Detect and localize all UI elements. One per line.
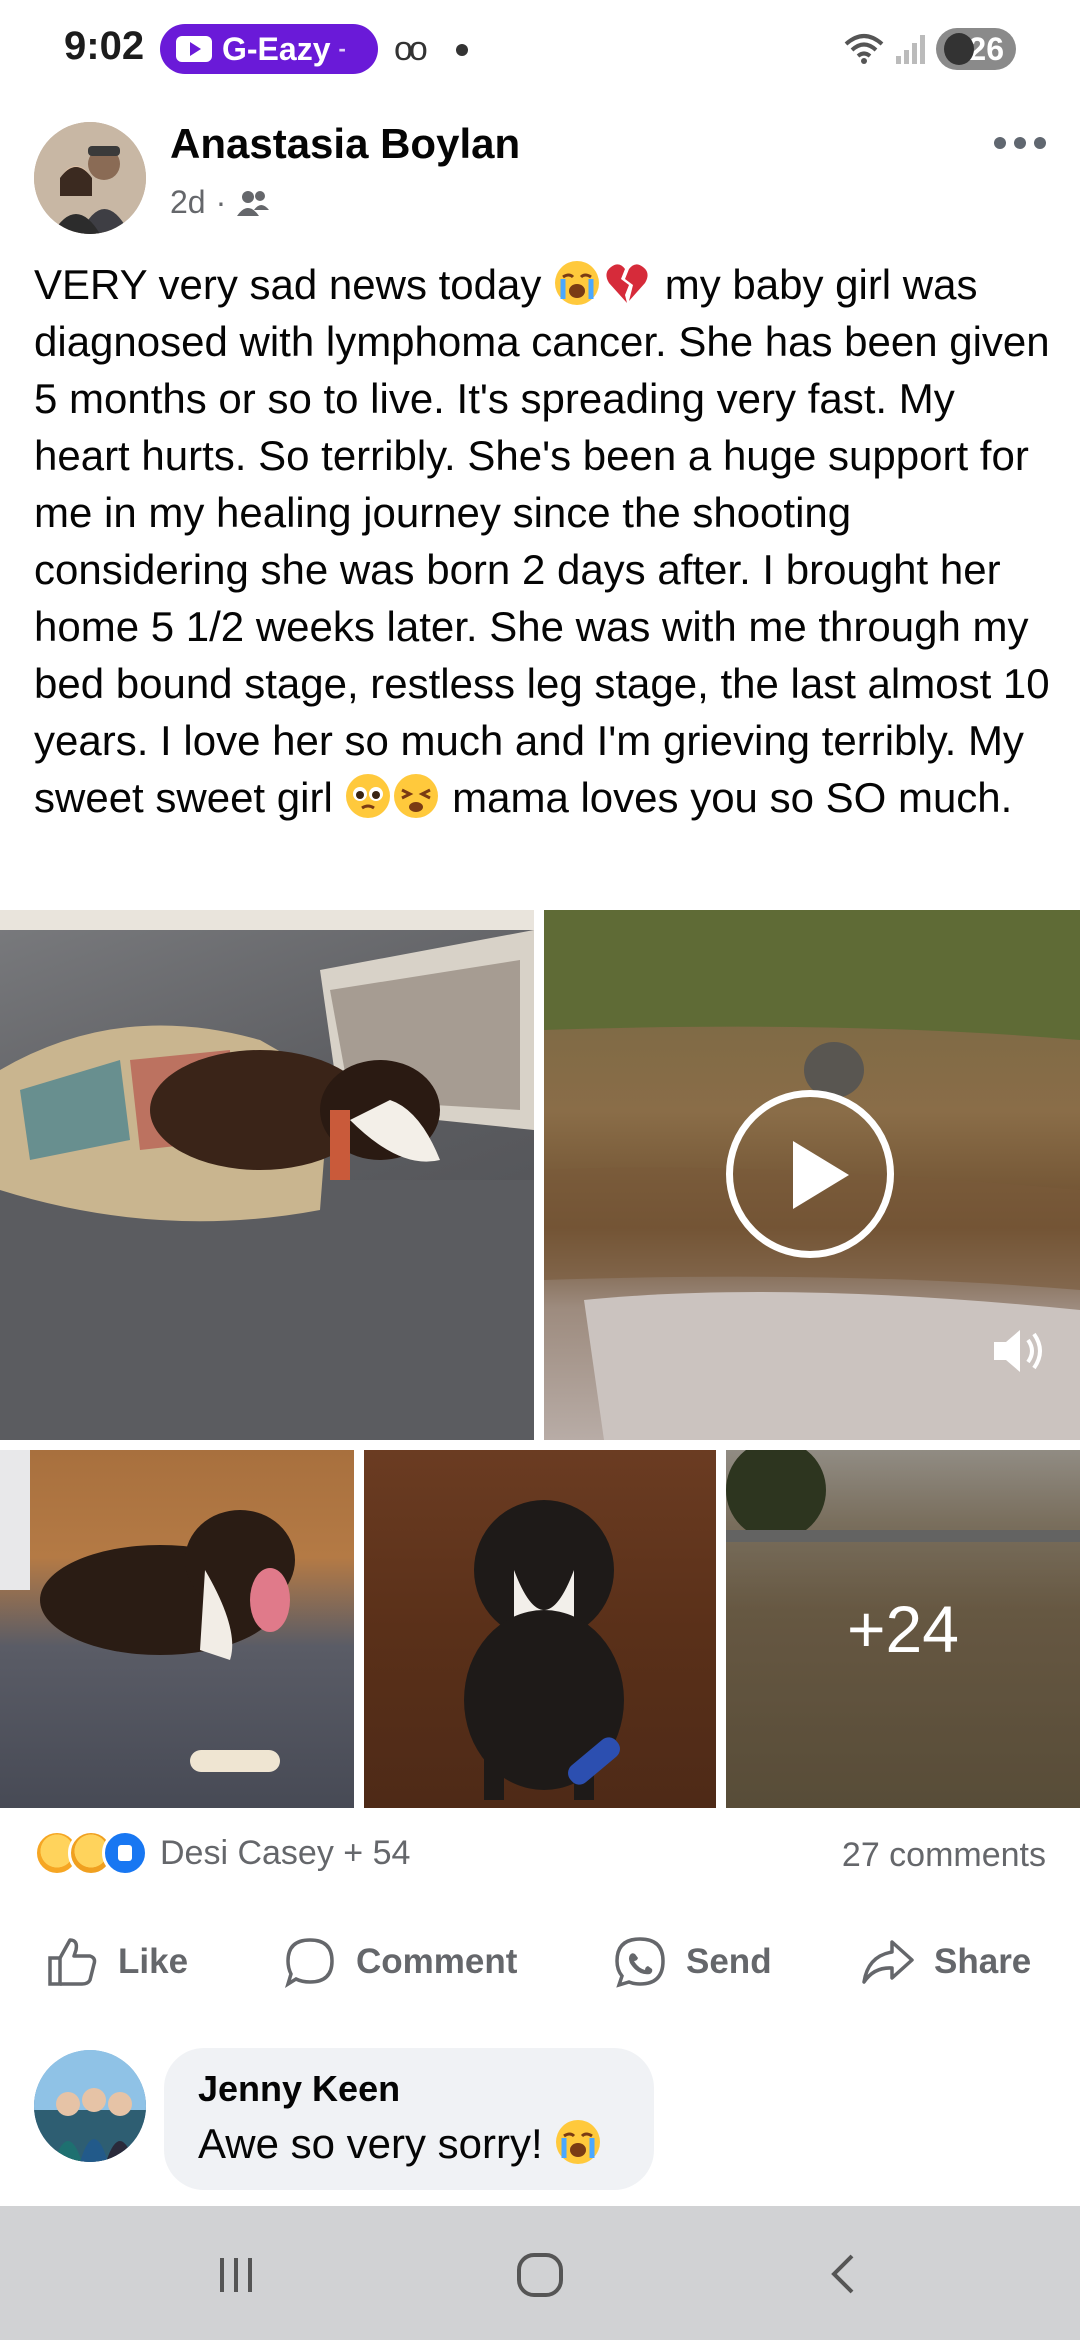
comment-text: Awe so very sorry! (198, 2118, 620, 2168)
post-text-part-3: mama loves you so SO much. (440, 774, 1013, 821)
post-meta: 2d · (170, 184, 270, 221)
like-label: Like (118, 1942, 189, 1981)
play-icon[interactable] (726, 1090, 894, 1258)
photo-dog-on-couch[interactable] (0, 910, 534, 1440)
post-action-bar: Like Comment Send Share (0, 1920, 1080, 2010)
pill-dash: - (338, 36, 346, 61)
more-dot-icon (994, 137, 1006, 149)
post-author-name[interactable]: Anastasia Boylan (170, 120, 520, 168)
video-dog-in-creek[interactable] (544, 910, 1080, 1440)
broken-heart-icon (606, 264, 648, 303)
post-options-button[interactable] (994, 128, 1054, 158)
comments-count[interactable]: 27 comments (842, 1836, 1046, 1875)
thumbs-up-icon (48, 1938, 97, 1986)
photo-dog-lying-with-bone[interactable] (0, 1450, 354, 1808)
commenter-avatar[interactable] (34, 2050, 146, 2162)
battery-indicator: 26 (936, 28, 1016, 70)
crying-face-icon (555, 261, 600, 305)
comment-text-content: Awe so very sorry! (198, 2120, 555, 2167)
crying-face-icon (556, 2120, 601, 2164)
voicemail-icon: oo (394, 30, 428, 68)
comment-label: Comment (356, 1942, 518, 1981)
home-icon[interactable] (510, 2244, 570, 2304)
author-avatar[interactable] (34, 122, 146, 234)
comment-icon (284, 1938, 334, 1988)
meta-separator: · (215, 184, 227, 220)
comment-bubble[interactable]: Jenny Keen Awe so very sorry! (164, 2048, 654, 2190)
reactors-text: Desi Casey + 54 (160, 1833, 411, 1872)
system-nav-bar (0, 2206, 1080, 2340)
reactions-summary[interactable]: Desi Casey + 54 (34, 1830, 410, 1876)
post-time[interactable]: 2d (170, 184, 206, 221)
like-button[interactable]: Like (44, 1934, 188, 1990)
battery-saver-icon (944, 33, 974, 65)
more-photos-overlay[interactable]: +24 (726, 1450, 1080, 1808)
signal-icon (896, 35, 925, 64)
volume-icon[interactable] (988, 1324, 1048, 1378)
more-dot-icon (1014, 137, 1026, 149)
back-icon[interactable] (814, 2244, 874, 2304)
photo-more-tile[interactable]: +24 (726, 1450, 1080, 1808)
send-label: Send (686, 1942, 772, 1981)
send-button[interactable]: Send (612, 1934, 772, 1990)
comment-button[interactable]: Comment (282, 1934, 517, 1990)
wifi-icon (844, 34, 884, 64)
youtube-icon (176, 36, 212, 62)
recent-apps-icon[interactable] (206, 2244, 266, 2304)
friends-icon (237, 190, 270, 216)
media-pill-label: G-Eazy (222, 30, 331, 67)
status-time: 9:02 (64, 24, 145, 68)
post-text-part-1: VERY very sad news today (34, 261, 554, 308)
pleading-face-icon (346, 774, 391, 818)
share-icon (862, 1940, 914, 1984)
share-label: Share (934, 1942, 1032, 1981)
status-bar: 9:02 G-Eazy - oo 26 (0, 0, 1080, 100)
more-dot-icon (1034, 137, 1046, 149)
share-button[interactable]: Share (860, 1934, 1031, 1990)
photo-dog-standing[interactable] (364, 1450, 716, 1808)
comment-author[interactable]: Jenny Keen (198, 2068, 620, 2110)
post-text-part-2: my baby girl was diagnosed with lymphoma… (34, 261, 1050, 821)
like-reaction-icon (102, 1830, 148, 1876)
post-text: VERY very sad news today my baby girl wa… (34, 256, 1054, 826)
tired-face-icon (394, 774, 439, 818)
media-playing-pill[interactable]: G-Eazy - (160, 24, 378, 74)
notification-dot-icon (456, 44, 468, 56)
messenger-icon (615, 1937, 665, 1988)
